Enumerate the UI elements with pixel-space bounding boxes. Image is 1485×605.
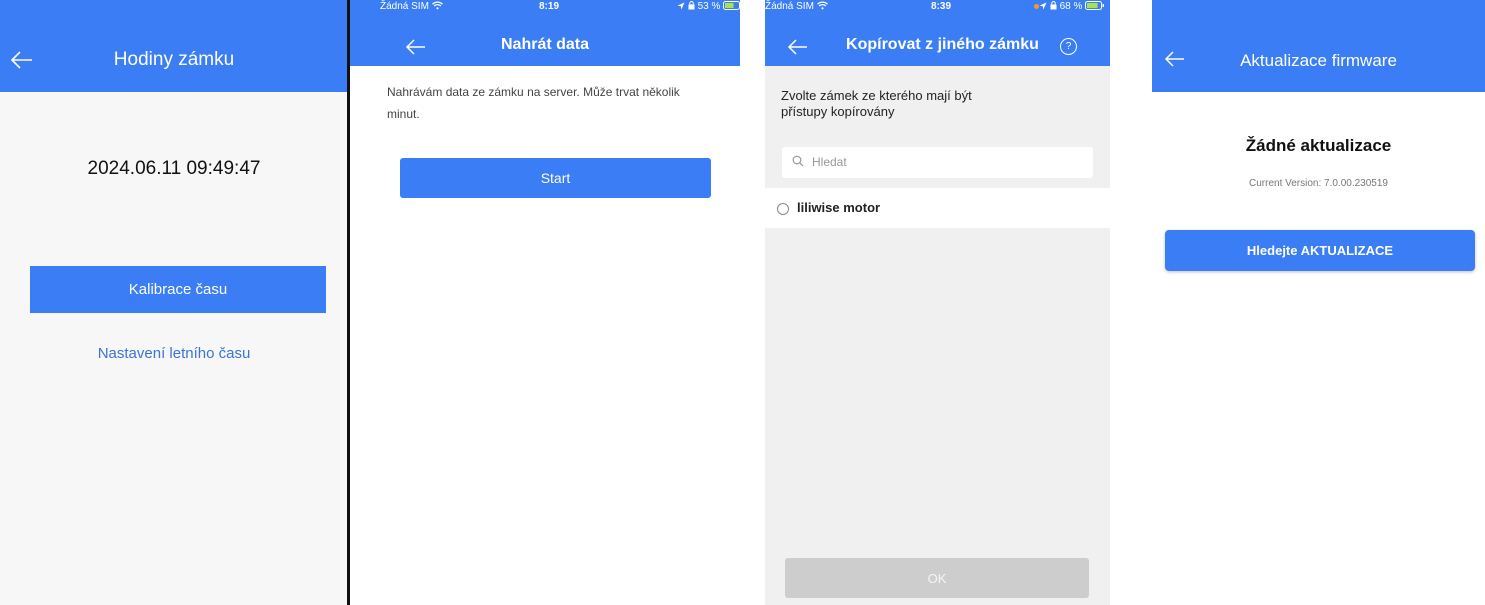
radio-button[interactable] <box>777 203 789 215</box>
search-input[interactable]: Hledat <box>782 147 1093 178</box>
page-title: Kopírovat z jiného zámku <box>846 36 1039 53</box>
select-lock-prompt: Zvolte zámek ze kterého mají být přístup… <box>781 88 972 119</box>
wifi-icon <box>816 1 828 10</box>
ok-button[interactable]: OK <box>785 558 1089 598</box>
daylight-saving-link[interactable]: Nastavení letního času <box>0 345 348 362</box>
upload-description: Nahrávám data ze zámku na server. Může t… <box>387 85 680 121</box>
wifi-icon <box>431 1 443 10</box>
list-item[interactable]: liliwise motor <box>765 188 1110 228</box>
carrier-label: Žádná SIM <box>380 1 443 12</box>
lock-status-icon <box>1050 1 1057 10</box>
header-bar: Hodiny zámku <box>0 0 348 92</box>
header-bar: Žádná SIM 8:39 68 % Kopírovat z jiného z… <box>765 0 1110 66</box>
battery-status: 68 % <box>1039 1 1105 12</box>
page-title: Hodiny zámku <box>113 49 235 70</box>
battery-icon <box>1085 1 1105 10</box>
lock-status-icon <box>688 1 695 10</box>
start-upload-button[interactable]: Start <box>400 158 711 198</box>
carrier-label: Žádná SIM <box>765 1 828 12</box>
status-time: 8:19 <box>539 1 560 12</box>
location-icon <box>677 2 685 10</box>
copy-from-lock-screen: Žádná SIM 8:39 68 % Kopírovat z jiného z… <box>765 0 1110 605</box>
location-icon <box>1039 2 1047 10</box>
page-title: Nahrát data <box>500 36 590 53</box>
status-bar: Žádná SIM 8:39 68 % <box>765 0 1110 14</box>
lock-time-display: 2024.06.11 09:49:47 <box>87 158 261 179</box>
search-icon <box>792 155 804 167</box>
header-bar: Žádná SIM 8:19 53 % Nahrát data <box>350 0 740 66</box>
status-bar: Žádná SIM 8:19 53 % <box>350 0 740 14</box>
header-bar: Aktualizace firmware <box>1152 0 1485 92</box>
upload-data-screen: Žádná SIM 8:19 53 % Nahrát data Nahrávám… <box>350 0 740 605</box>
status-time: 8:39 <box>931 1 952 12</box>
no-updates-heading: Žádné aktualizace <box>1245 136 1392 155</box>
calibrate-time-button[interactable]: Kalibrace času <box>30 266 326 313</box>
firmware-update-screen: Aktualizace firmware Žádné aktualizace C… <box>1152 0 1485 605</box>
current-version: Current Version: 7.0.00.230519 <box>1249 178 1388 189</box>
help-circle-icon[interactable]: ? <box>1060 38 1077 55</box>
lock-name: liliwise motor <box>797 200 881 215</box>
battery-icon <box>723 1 740 10</box>
page-title: Aktualizace firmware <box>1240 51 1397 70</box>
search-placeholder: Hledat <box>812 155 847 169</box>
lock-clock-screen: Hodiny zámku 2024.06.11 09:49:47 Kalibra… <box>0 0 348 605</box>
check-updates-button[interactable]: Hledejte AKTUALIZACE <box>1165 230 1475 271</box>
battery-status: 53 % <box>677 1 740 12</box>
